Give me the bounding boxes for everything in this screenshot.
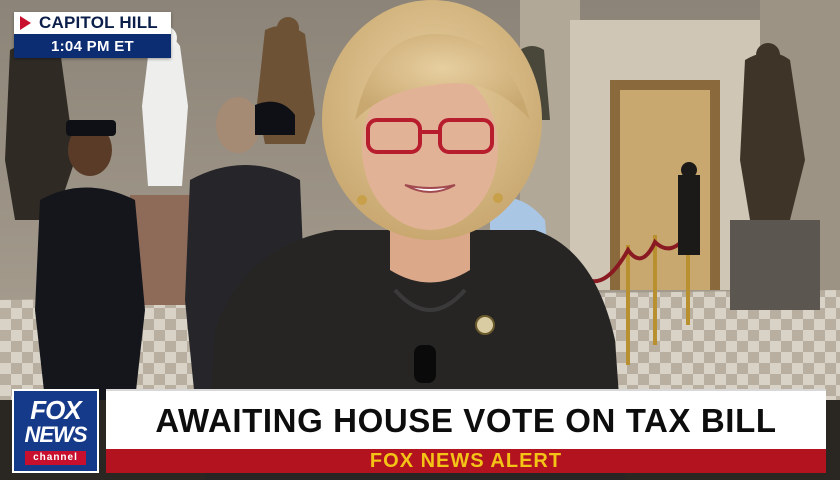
headline-text: AWAITING HOUSE VOTE ON TAX BILL xyxy=(155,402,777,439)
logo-news-text: NEWS xyxy=(24,422,88,447)
location-bar: CAPITOL HILL xyxy=(14,12,171,34)
headline-bar: AWAITING HOUSE VOTE ON TAX BILL xyxy=(106,389,826,451)
alert-bar: FOX NEWS ALERT xyxy=(106,449,826,473)
logo-fox-text: FOX xyxy=(30,395,81,425)
play-arrow-icon xyxy=(20,16,31,30)
fox-news-channel-logo: FOX NEWS channel xyxy=(12,389,99,473)
location-time-bug: CAPITOL HILL 1:04 PM ET xyxy=(14,12,171,58)
lower-third: FOX NEWS channel AWAITING HOUSE VOTE ON … xyxy=(0,384,840,480)
location-label: CAPITOL HILL xyxy=(39,13,158,32)
time-bar: 1:04 PM ET xyxy=(14,34,171,58)
time-label: 1:04 PM ET xyxy=(50,37,135,55)
alert-text: FOX NEWS ALERT xyxy=(369,449,563,472)
logo-channel-text: channel xyxy=(25,451,86,465)
